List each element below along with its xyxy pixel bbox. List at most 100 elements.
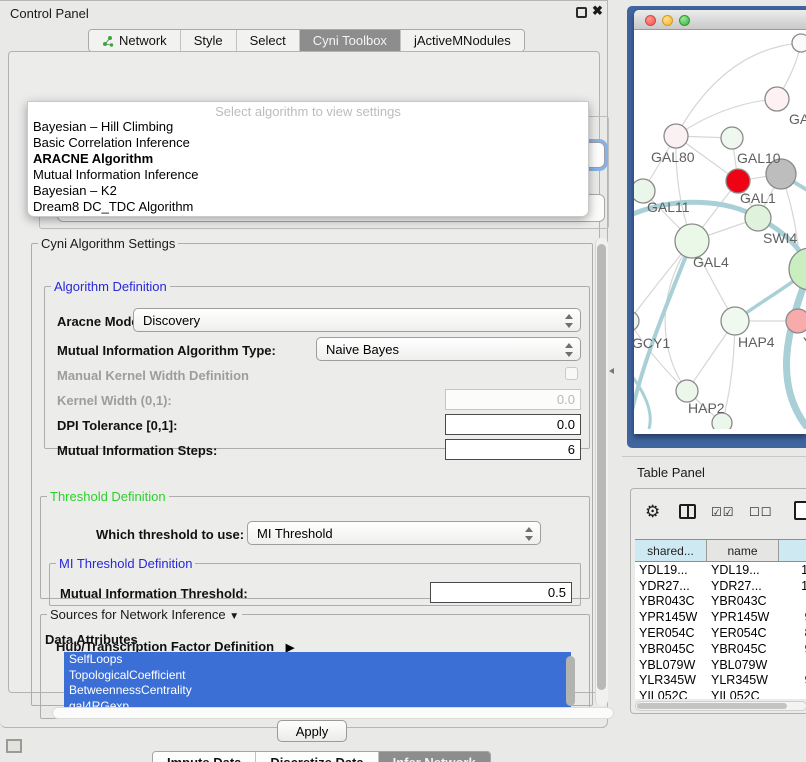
table-row[interactable]: YBL079WYBL079W [635,657,806,673]
table-row[interactable]: YPR145WYPR145W9. [635,609,806,625]
table-cell [779,657,806,673]
unchecked-boxes-icon[interactable]: ☐☐ [749,505,773,519]
table-cell: 9. [779,609,806,625]
tab-infer-network[interactable]: Infer Network [379,752,490,762]
tab-network[interactable]: Network [89,30,181,51]
cyni-toolbox-panel: Select algorithm to view settings Bayesi… [8,51,600,693]
apply-button[interactable]: Apply [277,720,347,742]
manual-kernel-label: Manual Kernel Width Definition [57,368,249,383]
network-window-titlebar[interactable] [634,10,806,30]
algorithm-option[interactable]: Bayesian – K2 [28,183,588,199]
table-row[interactable]: YBR045CYBR045C9. [635,641,806,657]
table-cell: YDL19... [707,562,779,578]
table-cell: YLR345W [707,673,779,689]
table-column-header[interactable] [779,540,806,561]
zoom-window-icon[interactable] [679,15,690,26]
node-label: HAP2 [688,400,725,416]
data-attributes-list[interactable]: SelfLoopsTopologicalCoefficientBetweenne… [64,652,571,714]
application-window: Control Panel ✖ NetworkStyleSelectCyni T… [0,0,806,762]
algorithm-option[interactable]: Basic Correlation Inference [28,135,588,151]
settings-horizontal-scrollbar[interactable] [52,707,614,719]
stepper-arrows-icon [524,526,533,542]
close-window-icon[interactable] [645,15,656,26]
table-row[interactable]: YDL19...YDL19...13 [635,562,806,578]
table-cell: YBL079W [707,657,779,673]
gear-icon[interactable]: ⚙ [645,502,660,522]
network-canvas[interactable]: GALGAL80GAL10GAL1GAL11SWI4GAL4GCY1HAP4YH… [634,31,806,429]
network-node[interactable] [745,205,771,231]
algorithm-option[interactable]: Dream8 DC_TDC Algorithm [28,199,588,215]
data-attribute-item[interactable]: TopologicalCoefficient [64,668,571,684]
which-threshold-label: Which threshold to use: [96,527,244,542]
network-node[interactable] [765,87,789,111]
network-node[interactable] [675,224,709,258]
network-node[interactable] [664,124,688,148]
data-attribute-item[interactable]: SelfLoops [64,652,571,668]
tab-impute-data[interactable]: Impute Data [153,752,256,762]
algorithm-option[interactable]: ARACNE Algorithm [28,151,588,167]
table-row[interactable]: YBR043CYBR043C [635,594,806,610]
tab-style[interactable]: Style [181,30,237,51]
expanded-arrow-icon[interactable]: ▼ [229,611,239,622]
algorithm-dropdown-placeholder: Select algorithm to view settings [28,102,588,119]
which-threshold-combobox[interactable]: MI Threshold [247,521,541,545]
mi-threshold-title: MI Threshold Definition [56,556,195,571]
tab-jactivemnodules[interactable]: jActiveMNodules [401,30,524,51]
table-column-header[interactable]: name [707,540,779,561]
table-cell: 9. [779,673,806,689]
minimize-window-icon[interactable] [662,15,673,26]
mi-threshold-input[interactable] [430,582,572,603]
checked-boxes-icon[interactable]: ☑☑ [711,505,735,519]
cyni-settings-title: Cyni Algorithm Settings [38,236,178,251]
network-node[interactable] [676,380,698,402]
table-header-row: shared...name [635,540,806,562]
mi-type-label: Mutual Information Algorithm Type: [57,343,276,358]
algorithm-option[interactable]: Bayesian – Hill Climbing [28,119,588,135]
network-icon [102,35,114,47]
sources-title-text: Sources for Network Inference [50,607,226,622]
mi-steps-input[interactable] [445,439,581,460]
tab-discretize-data[interactable]: Discretize Data [256,752,378,762]
table-row[interactable]: YDR27...YDR27...12 [635,578,806,594]
network-node[interactable] [721,127,743,149]
table-cell: 12 [779,578,806,594]
tab-label: Select [250,33,286,48]
network-node[interactable] [792,34,806,52]
data-attribute-item[interactable]: BetweennessCentrality [64,683,571,699]
list-scrollbar[interactable] [566,656,575,706]
table-horizontal-scrollbar-thumb[interactable] [637,703,787,709]
network-edge[interactable] [665,241,692,391]
table-row[interactable]: YIL052CYIL052C9 [635,688,806,699]
table-row[interactable]: YLR345WYLR345W9. [635,673,806,689]
node-label: GAL11 [647,199,690,215]
close-panel-icon[interactable]: ✖ [592,3,603,19]
split-divider-arrow-icon[interactable] [609,368,614,374]
network-node[interactable] [786,309,806,333]
tab-label: Network [119,33,167,48]
node-label: GAL10 [737,150,781,166]
page-icon[interactable] [794,501,806,520]
stepper-arrows-icon [564,313,573,329]
tab-select[interactable]: Select [237,30,300,51]
tab-label: Style [194,33,223,48]
table-row[interactable]: YER054CYER054C8. [635,625,806,641]
network-node[interactable] [634,311,639,331]
algorithm-option[interactable]: Mutual Information Inference [28,167,588,183]
network-node[interactable] [721,307,749,335]
table-cell: YBR045C [635,641,707,657]
settings-vertical-scrollbar-thumb[interactable] [597,244,606,690]
node-label: GAL [789,111,806,127]
kernel-width-input[interactable] [445,389,581,410]
dpi-tolerance-input[interactable] [445,414,581,435]
float-panel-icon[interactable] [576,7,587,18]
columns-icon[interactable] [679,504,696,519]
collapsed-panel-icon[interactable] [6,739,22,753]
manual-kernel-checkbox[interactable] [565,367,578,380]
divider [622,456,806,457]
table-column-header[interactable]: shared... [635,540,707,561]
mi-type-combobox[interactable]: Naive Bayes [316,337,581,361]
aracne-mode-combobox[interactable]: Discovery [133,308,581,332]
kernel-width-label: Kernel Width (0,1): [57,393,172,408]
tab-cyni-toolbox[interactable]: Cyni Toolbox [300,30,401,51]
tab-label: Cyni Toolbox [313,33,387,48]
